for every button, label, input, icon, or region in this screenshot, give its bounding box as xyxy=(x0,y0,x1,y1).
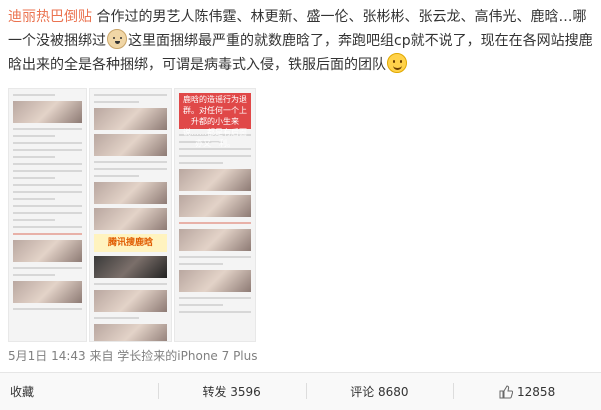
thumbnail-2[interactable]: 腾讯搜鹿晗 xyxy=(89,88,172,342)
repost-label: 转发 3596 xyxy=(202,385,261,399)
comment-label: 评论 8680 xyxy=(350,385,409,399)
post-text: 迪丽热巴倒贴 合作过的男艺人陈伟霆、林更新、盛一伦、张彬彬、张云龙、高伟光、鹿晗… xyxy=(8,5,593,77)
post-meta[interactable]: 5月1日 14:43 来自 学长捡来的iPhone 7 Plus xyxy=(8,347,258,364)
thumbnail-3-banner: 鹿晗的造谣行为退群。对任何一个上升都的小生来说……都是有后面亦又一利。 xyxy=(179,93,251,148)
image-thumbnails: 腾讯搜鹿晗 鹿晗的造谣行为退群。对任何一个上升都的小生来说……都是有后面亦又一利… xyxy=(8,88,256,342)
thumbnail-3[interactable]: 鹿晗的造谣行为退群。对任何一个上升都的小生来说……都是有后面亦又一利。 xyxy=(174,88,256,342)
like-button[interactable]: 12858 xyxy=(453,373,601,410)
like-count: 12858 xyxy=(517,384,556,399)
thumbnail-2-banner: 腾讯搜鹿晗 xyxy=(94,234,167,252)
dog-emoji-icon xyxy=(107,29,127,49)
collect-label: 收藏 xyxy=(10,385,35,399)
thumbnail-1[interactable] xyxy=(8,88,87,342)
smile-emoji-icon xyxy=(387,53,407,73)
comment-button[interactable]: 评论 8680 xyxy=(305,373,454,410)
repost-button[interactable]: 转发 3596 xyxy=(157,373,306,410)
collect-button[interactable]: 收藏 xyxy=(0,373,158,410)
hashtag-link[interactable]: 迪丽热巴倒贴 xyxy=(8,9,92,25)
thumbs-up-icon xyxy=(499,384,514,399)
action-bar: 收藏 转发 3596 评论 8680 12858 xyxy=(0,372,601,410)
